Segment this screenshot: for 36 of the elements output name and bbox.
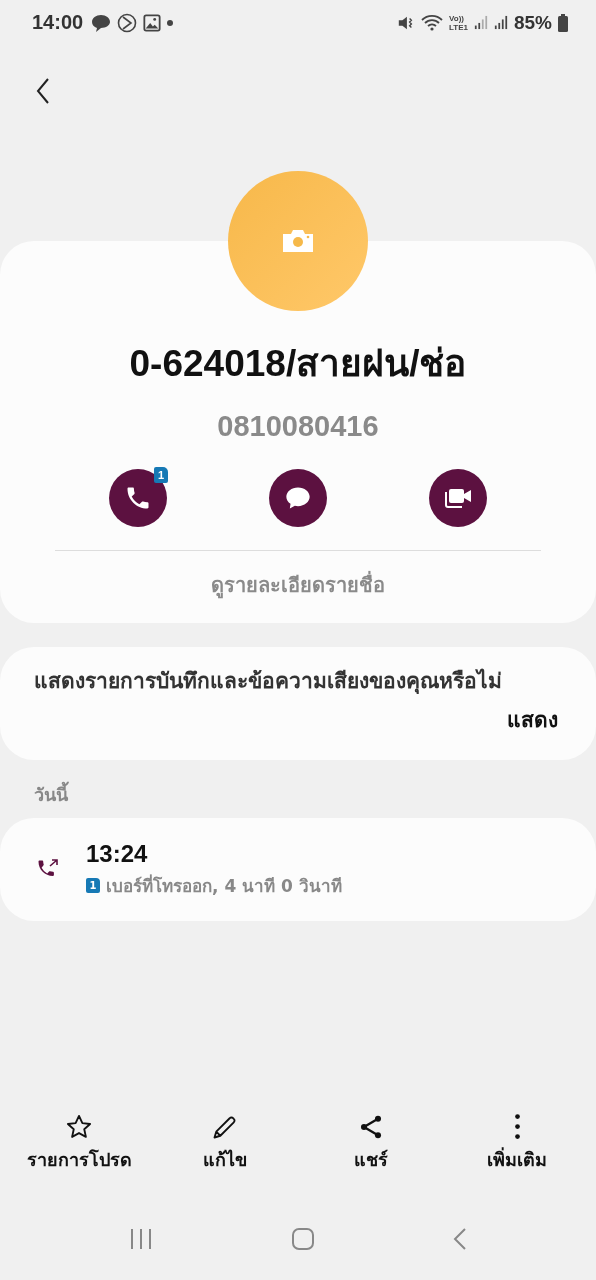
video-call-button[interactable] (429, 469, 487, 527)
recent-apps-icon[interactable] (129, 1228, 153, 1250)
back-icon (36, 77, 50, 104)
wifi-icon (421, 12, 443, 33)
phone-number: 0810080416 (217, 410, 379, 443)
edit-button[interactable]: แก้ไข (155, 1113, 295, 1174)
call-time: 13:24 (86, 840, 149, 868)
favorite-button[interactable]: รายการโปรด (9, 1113, 149, 1174)
image-icon (143, 13, 162, 32)
star-icon (65, 1113, 93, 1141)
battery-icon (558, 13, 568, 32)
play-circle-icon (117, 12, 138, 33)
call-button[interactable]: 1 (109, 469, 167, 527)
signal-icon (473, 14, 488, 31)
call-log-item[interactable]: 13:24 1 เบอร์ที่โทรออก, 4 นาที 0 วินาที (0, 818, 596, 921)
video-camera-icon (443, 486, 473, 510)
sim-badge: 1 (86, 878, 100, 893)
show-button[interactable]: แสดง (507, 699, 558, 740)
contact-name: 0-624018/สายฝน/ช่อ (129, 342, 467, 386)
prompt-text: แสดงรายการบันทึกและข้อความเสียงของคุณหรือไม่ (34, 667, 503, 696)
network-label: Vo)) LTE1 (449, 13, 468, 32)
back-icon[interactable] (453, 1227, 467, 1251)
clock: 14:00 (32, 11, 84, 34)
home-icon[interactable] (291, 1227, 315, 1251)
signal-icon (493, 14, 508, 31)
section-header: วันนี้ (0, 760, 596, 816)
dot-icon (167, 19, 174, 26)
call-detail: เบอร์ที่โทรออก, 4 นาที 0 วินาที (106, 873, 342, 898)
share-button[interactable]: แชร์ (301, 1113, 441, 1174)
message-button[interactable] (269, 469, 327, 527)
sim-badge: 1 (154, 467, 168, 483)
more-icon (514, 1114, 520, 1139)
battery-level: 85% (513, 11, 552, 34)
more-button[interactable]: เพิ่มเติม (447, 1113, 587, 1174)
camera-icon (283, 230, 313, 252)
chat-bubble-icon (91, 12, 112, 33)
